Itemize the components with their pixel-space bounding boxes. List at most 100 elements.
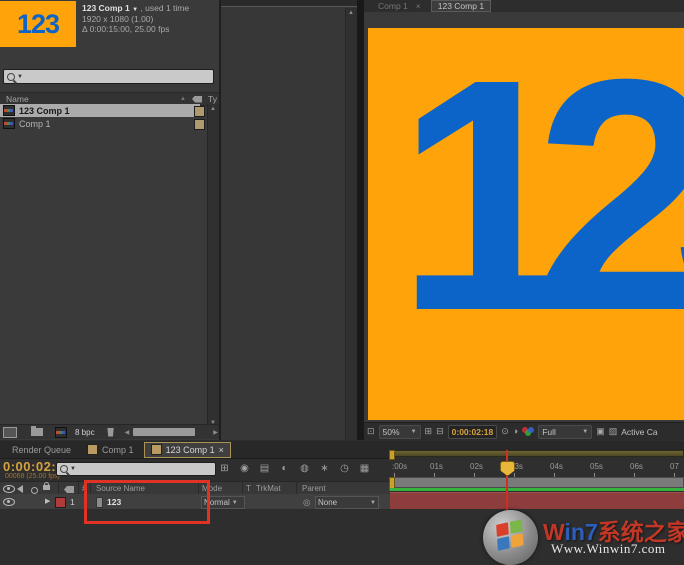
tab-close-icon[interactable]: × bbox=[416, 1, 421, 11]
sort-arrow-icon[interactable]: ▲ bbox=[180, 96, 186, 102]
navigator-start-handle[interactable] bbox=[389, 450, 395, 460]
project-row-comp-1[interactable]: Comp 1 bbox=[0, 117, 200, 130]
layer-name[interactable]: 123 bbox=[107, 497, 121, 507]
scroll-up-icon[interactable]: ▲ bbox=[210, 106, 216, 112]
column-name-header[interactable]: Name bbox=[6, 94, 29, 104]
watermark-windows-logo bbox=[483, 510, 538, 565]
ruler-tick-label: 02s bbox=[470, 462, 483, 471]
side-panel-scrollbar[interactable]: ▲ bbox=[345, 8, 357, 440]
project-row-123-comp-1[interactable]: 123 Comp 1 bbox=[0, 104, 200, 117]
pick-whip-icon[interactable]: ◎ bbox=[303, 497, 310, 508]
tab-123-comp-1[interactable]: 123 Comp 1 × bbox=[144, 442, 231, 458]
layer-duration-bar[interactable] bbox=[390, 492, 684, 509]
region-of-interest-icon[interactable]: ⊟ bbox=[436, 427, 444, 436]
snapshot-icon[interactable]: ⊙ bbox=[501, 427, 509, 436]
hscroll-thumb[interactable] bbox=[133, 428, 195, 436]
timeline-search-input[interactable]: ▼ bbox=[56, 462, 216, 476]
transparency-grid-icon[interactable]: ▨ bbox=[609, 427, 618, 436]
composition-canvas[interactable]: 123 bbox=[368, 28, 684, 420]
layer-source-icon bbox=[96, 497, 103, 508]
mode-column-header[interactable]: Mode bbox=[202, 484, 222, 493]
thumbnail-text: 123 bbox=[17, 9, 59, 40]
label-column-icon[interactable] bbox=[192, 96, 202, 103]
new-composition-icon[interactable] bbox=[55, 427, 67, 438]
auto-keyframe-icon[interactable]: ∗ bbox=[316, 463, 333, 475]
magnification-dropdown[interactable]: 50% ▼ bbox=[379, 425, 421, 439]
ruler-tick-label: 01s bbox=[430, 462, 443, 471]
label-swatch[interactable] bbox=[194, 106, 205, 117]
after-effects-window: 123 123 Comp 1 ▼ , used 1 time 1920 x 10… bbox=[0, 0, 684, 565]
work-area-bar[interactable] bbox=[390, 477, 684, 488]
label-swatch[interactable] bbox=[194, 119, 205, 130]
project-vertical-scrollbar[interactable]: ▲ ▼ bbox=[207, 104, 219, 428]
new-folder-icon[interactable] bbox=[31, 428, 43, 436]
camera-dropdown[interactable]: Active Ca bbox=[621, 427, 657, 437]
number-column-header[interactable]: # bbox=[82, 484, 86, 493]
project-row-label[interactable]: Comp 1 bbox=[19, 119, 51, 129]
blend-mode-dropdown[interactable]: Normal ▼ bbox=[201, 496, 245, 509]
zoom-value: 50% bbox=[383, 427, 400, 437]
search-options-caret-icon[interactable]: ▼ bbox=[17, 74, 23, 80]
resolution-value: Full bbox=[542, 427, 556, 437]
ruler-tick-label: 05s bbox=[590, 462, 603, 471]
ruler-tick-label: 07 bbox=[670, 462, 679, 471]
chevron-down-icon: ▼ bbox=[582, 429, 588, 435]
project-item-usage: , used 1 time bbox=[140, 3, 189, 13]
project-row-label[interactable]: 123 Comp 1 bbox=[19, 106, 70, 116]
search-icon bbox=[7, 73, 15, 81]
chevron-down-icon: ▼ bbox=[411, 429, 417, 435]
watermark-url: Www.Winwin7.com bbox=[551, 541, 665, 557]
project-item-thumbnail: 123 bbox=[0, 1, 76, 47]
parent-dropdown[interactable]: None ▼ bbox=[315, 496, 379, 509]
motion-blur-icon[interactable]: ◐ bbox=[276, 463, 293, 475]
project-search-input[interactable]: ▼ bbox=[3, 69, 214, 84]
hide-shy-layers-icon[interactable]: ◉ bbox=[236, 463, 253, 475]
grid-guides-icon[interactable]: ⊞ bbox=[425, 427, 433, 436]
always-preview-icon[interactable]: ⊡ bbox=[367, 427, 375, 436]
tab-label: 123 Comp 1 bbox=[166, 445, 215, 455]
ruler-tick-label: 06s bbox=[630, 462, 643, 471]
tab-comp-1[interactable]: Comp 1 bbox=[81, 443, 140, 457]
parent-column-header[interactable]: Parent bbox=[302, 484, 326, 493]
lock-column-icon[interactable] bbox=[43, 482, 50, 492]
brainstorm-icon[interactable]: ◍ bbox=[296, 463, 313, 475]
show-snapshot-icon[interactable]: ◑ bbox=[513, 427, 518, 436]
tab-close-icon[interactable]: × bbox=[219, 445, 224, 455]
panel-divider[interactable] bbox=[357, 0, 364, 440]
source-name-column-header[interactable]: Source Name bbox=[96, 484, 145, 493]
hscroll-left-icon[interactable]: ◀ bbox=[125, 429, 130, 436]
time-ruler[interactable]: :00s 01s 02s 03s 04s 05s 06s 07 bbox=[390, 457, 684, 478]
layer-row[interactable]: ▶ 1 123 Normal ▼ ◎ None ▼ bbox=[0, 494, 390, 510]
trkmat-column-header[interactable]: TrkMat bbox=[256, 484, 281, 493]
interpret-footage-icon[interactable] bbox=[3, 427, 17, 438]
t-column-header[interactable]: T bbox=[246, 484, 251, 493]
resolution-dropdown[interactable]: Full ▼ bbox=[538, 425, 592, 439]
layer-expand-icon[interactable]: ▶ bbox=[45, 497, 50, 505]
frame-blending-icon[interactable]: ▤ bbox=[256, 463, 273, 475]
trash-icon[interactable] bbox=[107, 428, 115, 437]
blend-mode-value: Normal bbox=[204, 498, 230, 507]
canvas-numerals: 123 bbox=[396, 30, 684, 360]
tab-123-comp-1[interactable]: 123 Comp 1 bbox=[431, 0, 491, 12]
hscroll-right-icon[interactable]: ▶ bbox=[213, 429, 218, 436]
tab-render-queue[interactable]: Render Queue bbox=[6, 443, 77, 457]
scroll-up-icon[interactable]: ▲ bbox=[348, 10, 354, 16]
chevron-down-icon[interactable]: ▼ bbox=[132, 7, 138, 13]
column-type-header[interactable]: Ty bbox=[208, 94, 217, 104]
search-options-caret-icon[interactable]: ▼ bbox=[70, 466, 76, 472]
viewer-timecode[interactable]: 0:00:02:18 bbox=[448, 425, 498, 439]
graph-editor-icon[interactable]: ▦ bbox=[356, 463, 373, 475]
tab-comp-1[interactable]: Comp 1 bbox=[378, 1, 408, 11]
layer-visibility-icon[interactable] bbox=[3, 498, 15, 508]
pixel-aspect-icon[interactable]: ▣ bbox=[596, 427, 605, 436]
chevron-down-icon: ▼ bbox=[370, 500, 376, 506]
show-channel-icon[interactable] bbox=[522, 427, 534, 436]
composition-icon bbox=[3, 105, 15, 116]
layer-label-swatch[interactable] bbox=[55, 497, 66, 508]
mini-flowchart-icon[interactable]: ⊞ bbox=[216, 463, 233, 475]
color-depth-button[interactable]: 8 bpc bbox=[75, 428, 95, 437]
search-icon bbox=[60, 465, 68, 473]
composition-icon bbox=[151, 444, 162, 455]
time-navigator[interactable] bbox=[390, 450, 684, 457]
stopwatch-icon[interactable]: ◷ bbox=[336, 463, 353, 475]
